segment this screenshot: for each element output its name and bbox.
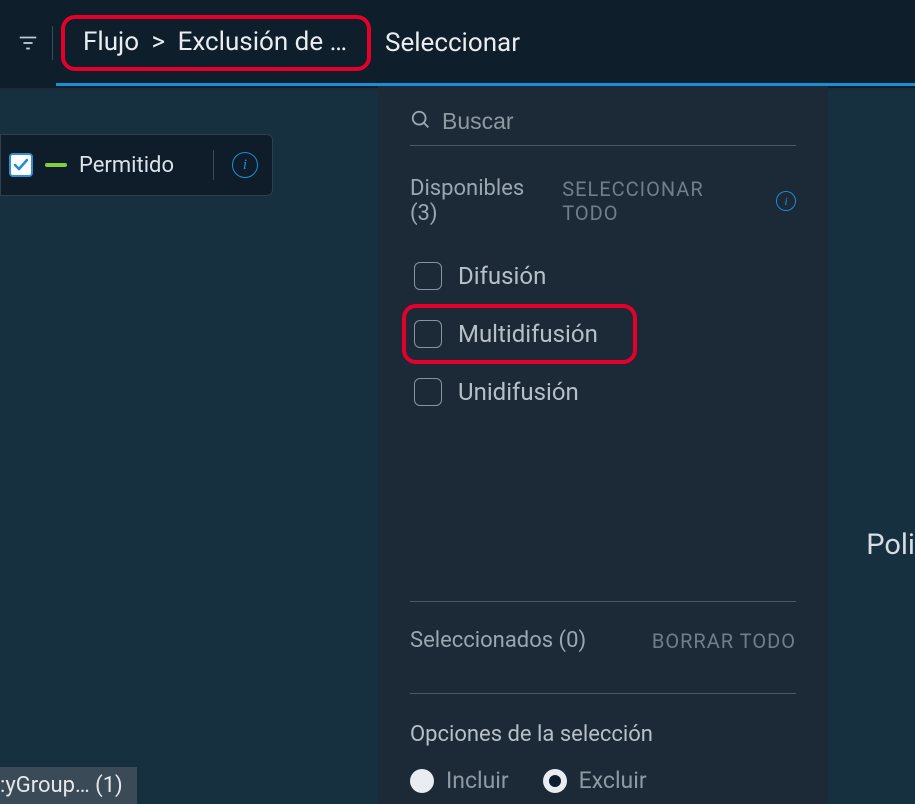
topbar: Flujo > Exclusión de tr… Seleccionar: [0, 0, 915, 88]
breadcrumb-flow: Flujo: [83, 27, 139, 57]
side-node-label: Poli: [866, 528, 915, 562]
option-unidifusion[interactable]: Unidifusión: [410, 370, 796, 414]
radio-icon[interactable]: [543, 769, 567, 793]
selection-panel: Disponibles (3) SELECCIONAR TODO i Difus…: [378, 86, 828, 804]
checkbox[interactable]: [414, 262, 442, 290]
info-icon[interactable]: i: [776, 191, 796, 211]
page-title: Seleccionar: [385, 28, 520, 58]
select-all-button[interactable]: SELECCIONAR TODO: [562, 177, 764, 225]
checkbox[interactable]: [414, 378, 442, 406]
radio-exclude[interactable]: Excluir: [543, 767, 647, 794]
checkbox[interactable]: [414, 320, 442, 348]
divider: [410, 693, 796, 694]
selected-count: Seleccionados (0): [410, 628, 586, 653]
info-icon[interactable]: i: [232, 152, 258, 178]
option-difusion[interactable]: Difusión: [410, 254, 796, 298]
selected-header: Seleccionados (0) BORRAR TODO: [410, 628, 796, 653]
search-icon: [410, 109, 432, 135]
radio-include[interactable]: Incluir: [410, 767, 509, 794]
option-multidifusion[interactable]: Multidifusión: [402, 304, 637, 364]
search-input[interactable]: [442, 108, 796, 135]
divider: [410, 601, 796, 602]
radio-label: Incluir: [446, 767, 509, 794]
selection-radio-group: Incluir Excluir: [410, 767, 796, 794]
filter-icon[interactable]: [14, 29, 42, 57]
status-indicator: [45, 163, 67, 167]
divider: [52, 26, 53, 60]
radio-icon[interactable]: [410, 769, 434, 793]
available-header: Disponibles (3) SELECCIONAR TODO i: [410, 176, 796, 226]
selection-options-header: Opciones de la selección: [410, 722, 796, 747]
group-pill[interactable]: :yGroup… (1): [0, 767, 137, 804]
option-label: Difusión: [458, 262, 546, 290]
breadcrumb-exclusion: Exclusión de tr…: [178, 27, 363, 57]
option-label: Unidifusión: [458, 378, 579, 406]
available-options: Difusión Multidifusión Unidifusión: [410, 254, 796, 414]
spacer: [410, 414, 796, 567]
breadcrumb-separator: >: [152, 27, 166, 57]
divider: [213, 150, 214, 180]
option-label: Multidifusión: [458, 320, 598, 348]
permitido-chip[interactable]: Permitido i: [0, 134, 273, 196]
permitido-label: Permitido: [79, 153, 195, 178]
breadcrumb[interactable]: Flujo > Exclusión de tr…: [61, 15, 371, 71]
search-input-row[interactable]: [410, 104, 796, 146]
clear-all-button[interactable]: BORRAR TODO: [652, 629, 796, 653]
available-count: Disponibles (3): [410, 176, 556, 226]
radio-label: Excluir: [579, 767, 647, 794]
permitido-checkbox[interactable]: [9, 153, 33, 177]
